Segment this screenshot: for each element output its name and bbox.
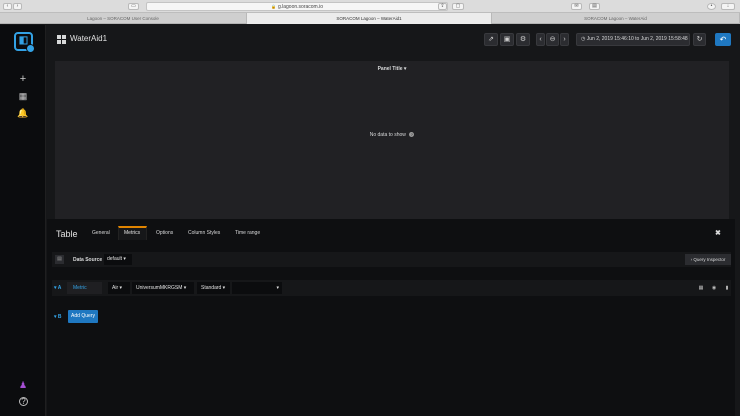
close-icon[interactable]: ✖ <box>715 229 721 237</box>
forward-nav-icon[interactable]: › <box>13 3 22 10</box>
plus-icon[interactable]: + <box>17 73 29 85</box>
tab-options[interactable]: Options <box>156 230 173 236</box>
dashboard-title[interactable]: WaterAid1 <box>70 34 107 43</box>
caret-down-icon: ▾ <box>276 285 279 291</box>
eye-icon[interactable]: ◉ <box>710 284 718 292</box>
sidebar: ◧ + ▦ 🔔 ♟ ? <box>0 25 46 416</box>
data-source-row: ▤ Data Source default ▾ › Query Inspecto… <box>52 252 731 267</box>
mode-select[interactable]: Standard ▾ <box>197 282 230 294</box>
scrollbar[interactable] <box>735 25 740 416</box>
query-letter[interactable]: ▾ B <box>54 314 62 320</box>
address-bar[interactable]: 🔒g.lagoon.soracom.io ↻ <box>146 2 448 11</box>
tabs-overview-icon[interactable]: ▢ <box>452 3 464 10</box>
query-letter[interactable]: ▾ A <box>54 285 61 291</box>
url-text: g.lagoon.soracom.io <box>277 4 323 10</box>
add-query-button[interactable]: Add Query <box>68 310 98 323</box>
browser-tab-console[interactable]: Lagoon – SORACOM User Console <box>0 13 247 24</box>
mail-icon[interactable]: ✉ <box>571 3 582 10</box>
query-row-a: ▾ A Metric Air ▾ UniversumMKRGSM ▾ Stand… <box>52 280 731 296</box>
caret-down-icon: ▾ <box>403 66 407 72</box>
help-icon[interactable]: ? <box>19 397 28 406</box>
bell-icon[interactable]: 🔔 <box>17 107 29 119</box>
sidebar-toggle-icon[interactable]: ▭ <box>128 3 139 10</box>
measurement-select[interactable]: Air ▾ <box>108 282 130 294</box>
tab-metrics[interactable]: Metrics <box>124 230 140 236</box>
user-icon[interactable]: ♟ <box>17 379 29 391</box>
browser-tab-wateraid1[interactable]: SORACOM Lagoon – WaterAid1 <box>247 13 492 24</box>
extension-icon[interactable]: • <box>707 3 716 10</box>
trash-icon[interactable]: ▮ <box>723 284 731 292</box>
dashboard-navbar: WaterAid1 ⇗ ▣ ⚙ ‹ ⊖ › ◷ Jun 2, 2019 15:4… <box>47 25 740 55</box>
browser-tab-strip: Lagoon – SORACOM User Console SORACOM La… <box>0 13 740 24</box>
database-icon: ▤ <box>55 255 64 264</box>
panel-title[interactable]: Panel Title ▾ <box>55 66 729 72</box>
tab-column-styles[interactable]: Column Styles <box>188 230 220 236</box>
dashboard-grid-icon <box>57 35 66 44</box>
caret-down-icon: ▾ <box>123 256 126 262</box>
lagoon-logo-icon[interactable]: ◧ <box>14 32 35 53</box>
save-icon[interactable]: ▣ <box>500 33 514 46</box>
time-range-picker[interactable]: ◷ Jun 2, 2019 15:46:10 to Jun 2, 2019 15… <box>576 33 690 46</box>
back-nav-icon[interactable]: ‹ <box>3 3 12 10</box>
share-icon[interactable]: ⇗ <box>484 33 498 46</box>
panel-preview: Panel Title ▾ No data to show ? <box>55 61 729 219</box>
settings-icon[interactable]: ⚙ <box>516 33 530 46</box>
query-inspector-button[interactable]: › Query Inspector <box>685 254 731 265</box>
field-select[interactable]: ▾ <box>232 282 282 294</box>
data-source-select[interactable]: default ▾ <box>104 254 132 265</box>
editor-title: Table <box>56 229 78 239</box>
metric-label: Metric <box>67 282 102 294</box>
zoom-out-icon[interactable]: ⊖ <box>546 33 559 46</box>
duplicate-icon[interactable]: ▦ <box>697 284 705 292</box>
refresh-icon[interactable]: ↻ <box>693 33 706 46</box>
dashboards-icon[interactable]: ▦ <box>17 90 29 102</box>
no-data-message: No data to show ? <box>369 132 415 138</box>
back-icon[interactable]: ↶ <box>715 33 731 46</box>
print-icon[interactable]: ▤ <box>589 3 600 10</box>
time-range-text: Jun 2, 2019 15:46:10 to Jun 2, 2019 15:5… <box>586 36 688 42</box>
download-icon[interactable]: ↓ <box>721 3 735 10</box>
browser-tab-wateraid[interactable]: SORACOM Lagoon – WaterAid <box>492 13 740 24</box>
chevron-right-icon[interactable]: › <box>560 33 569 46</box>
lock-icon: 🔒 <box>270 4 276 9</box>
panel-editor: Table General Metrics Options Column Sty… <box>47 219 740 416</box>
tab-time-range[interactable]: Time range <box>235 230 260 236</box>
data-source-label: Data Source <box>73 257 103 263</box>
device-select[interactable]: UniversumMKRGSM ▾ <box>132 282 194 294</box>
info-icon[interactable]: ? <box>409 132 415 138</box>
browser-toolbar: ‹ › ▭ 🔒g.lagoon.soracom.io ↻ ⇪ ▢ ✉ ▤ • ↓ <box>0 0 740 13</box>
tab-general[interactable]: General <box>92 230 110 236</box>
share-browser-icon[interactable]: ⇪ <box>438 3 447 10</box>
chevron-left-icon[interactable]: ‹ <box>536 33 545 46</box>
